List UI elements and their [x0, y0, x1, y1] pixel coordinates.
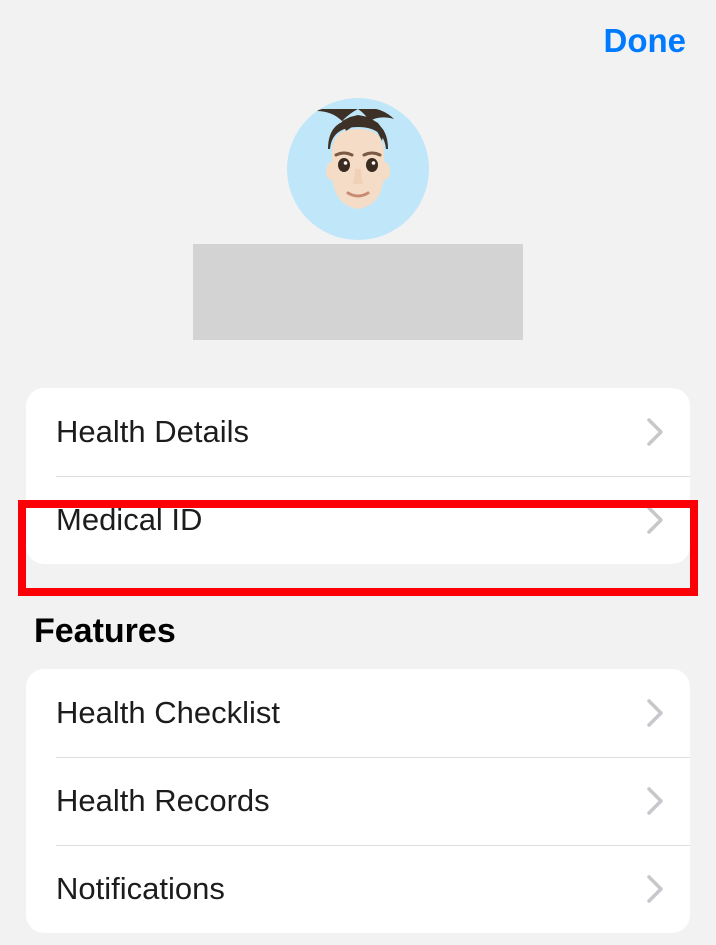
features-group: Health Checklist Health Records Notifica…: [26, 669, 690, 933]
features-section-title: Features: [34, 612, 716, 651]
profile-block: [0, 98, 716, 340]
profile-settings-group: Health Details Medical ID: [26, 388, 690, 564]
chevron-right-icon: [646, 506, 664, 534]
notifications-row[interactable]: Notifications: [26, 845, 690, 933]
health-details-row[interactable]: Health Details: [26, 388, 690, 476]
chevron-right-icon: [646, 787, 664, 815]
avatar[interactable]: [287, 98, 429, 240]
row-label: Medical ID: [56, 502, 202, 538]
row-label: Notifications: [56, 871, 225, 907]
done-button[interactable]: Done: [604, 22, 687, 60]
health-checklist-row[interactable]: Health Checklist: [26, 669, 690, 757]
row-label: Health Details: [56, 414, 249, 450]
medical-id-row[interactable]: Medical ID: [26, 476, 690, 564]
chevron-right-icon: [646, 699, 664, 727]
top-bar: Done: [0, 0, 716, 60]
chevron-right-icon: [646, 875, 664, 903]
memoji-icon: [298, 109, 418, 229]
row-label: Health Checklist: [56, 695, 280, 731]
chevron-right-icon: [646, 418, 664, 446]
row-label: Health Records: [56, 783, 270, 819]
health-records-row[interactable]: Health Records: [26, 757, 690, 845]
profile-name-placeholder: [193, 244, 523, 340]
